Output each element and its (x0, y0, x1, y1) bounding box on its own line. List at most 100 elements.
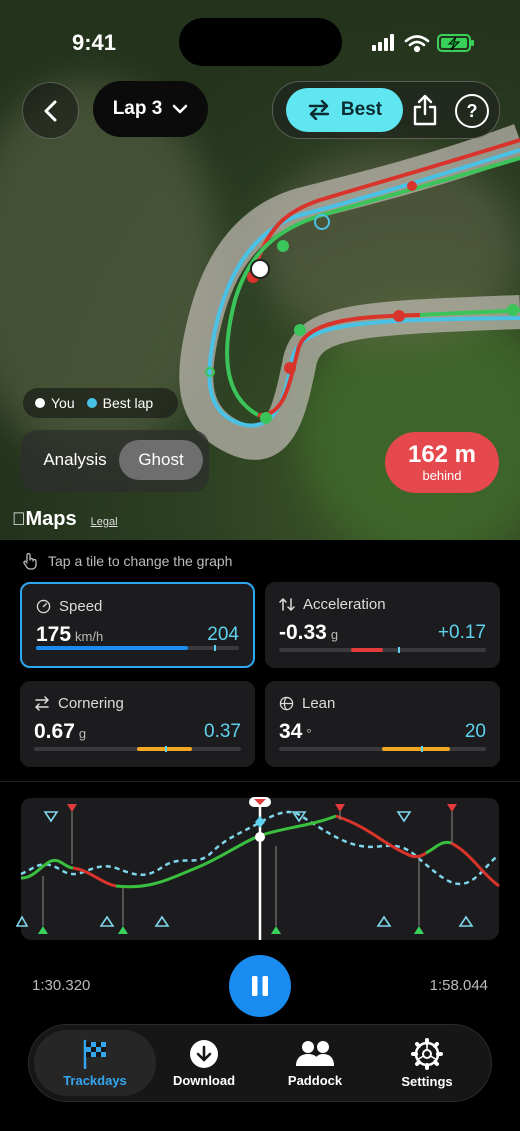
you-line-red-2 (335, 814, 427, 859)
acceleration-bar (279, 647, 486, 653)
tab-paddock-label: Paddock (287, 1072, 343, 1088)
lean-value: 34 (279, 720, 303, 743)
status-bar: 9:41 (0, 0, 520, 80)
tab-bar: Trackdays Download Paddock Settings (28, 1024, 492, 1102)
you-line-green-2 (115, 814, 337, 889)
speed-label-row: Speed (36, 598, 102, 615)
dynamic-island (179, 18, 342, 66)
throttle-markers (38, 926, 424, 934)
pause-button[interactable] (229, 955, 291, 1017)
time-start: 1:30.320 (32, 977, 91, 994)
help-button[interactable]: ? (455, 94, 489, 128)
battery-icon (437, 34, 474, 52)
up-down-arrows-icon (279, 598, 295, 611)
best-label: Best (340, 99, 383, 120)
speed-best-marker (214, 645, 216, 651)
speedometer-icon (36, 599, 51, 614)
speed-bar-fill (36, 646, 189, 650)
speed-tile[interactable]: Speed 175 km/h 204 (20, 582, 255, 668)
share-button[interactable] (407, 92, 443, 128)
section-divider (0, 781, 520, 782)
analysis-option[interactable]: Analysis (29, 440, 121, 480)
apple-icon:  (12, 509, 26, 529)
cornering-bar (34, 746, 241, 752)
lean-tile[interactable]: Lean 34 ° 20 (265, 681, 500, 767)
acceleration-unit: g (330, 627, 339, 642)
playhead-best-point (255, 816, 265, 828)
download-icon (190, 1039, 218, 1068)
acceleration-best: +0.17 (437, 622, 486, 643)
tap-hand-icon (23, 552, 37, 570)
lean-best: 20 (464, 721, 486, 742)
you-line-red-1 (72, 866, 117, 888)
cornering-label-row: Cornering (34, 695, 124, 712)
lean-angle-icon (279, 696, 294, 711)
tab-settings[interactable]: Settings (381, 1025, 473, 1101)
legal-link[interactable]: Legal (91, 516, 118, 528)
acceleration-tile[interactable]: Acceleration -0.33 g +0.17 (265, 582, 500, 668)
acceleration-value-row: -0.33 g (279, 621, 338, 645)
gap-label: behind (422, 467, 462, 483)
ghost-option[interactable]: Ghost (119, 440, 203, 480)
cornering-label: Cornering (58, 695, 124, 712)
system-icons (370, 32, 480, 59)
share-icon (413, 94, 437, 126)
time-end: 1:58.044 (429, 977, 488, 994)
tab-download[interactable]: Download (159, 1025, 249, 1101)
lap-selector[interactable]: Lap 3 (93, 81, 208, 137)
best-dot-icon (86, 398, 97, 408)
gap-value: 162 m (407, 440, 477, 468)
map-legend: You Best lap (23, 388, 178, 418)
cornering-best-marker (165, 746, 167, 752)
cornering-value-row: 0.67 g (34, 720, 86, 744)
lean-label-row: Lean (279, 695, 335, 712)
chevron-down-icon (173, 104, 188, 114)
you-line-green-3 (425, 840, 452, 855)
maps-logo: Maps (12, 508, 77, 530)
tab-paddock[interactable]: Paddock (269, 1025, 361, 1101)
lean-bar-fill (382, 747, 450, 751)
playhead-you-point (255, 832, 265, 842)
view-mode-control: Analysis Ghost (21, 430, 209, 492)
speed-value: 175 (36, 623, 72, 646)
lean-label: Lean (302, 695, 336, 712)
acceleration-value: -0.33 (279, 621, 327, 644)
speed-value-row: 175 km/h (36, 623, 103, 647)
people-icon (296, 1040, 334, 1066)
speed-label: Speed (59, 598, 103, 615)
lean-value-row: 34 ° (279, 720, 312, 744)
cornering-value: 0.67 (34, 720, 75, 743)
tab-trackdays[interactable]: Trackdays (34, 1030, 156, 1096)
tab-settings-label: Settings (401, 1073, 453, 1089)
speed-best: 204 (207, 624, 239, 645)
gear-icon (411, 1037, 443, 1070)
hint-text: Tap a tile to change the graph (48, 553, 233, 569)
cornering-best: 0.37 (204, 721, 241, 742)
event-stems (42, 810, 453, 926)
cellular-icon (372, 34, 394, 51)
speed-bar (36, 645, 239, 651)
tab-download-label: Download (172, 1072, 236, 1088)
acceleration-bar-fill (351, 648, 383, 652)
acceleration-label: Acceleration (303, 596, 386, 613)
speed-unit: km/h (75, 629, 104, 644)
cornering-tile[interactable]: Cornering 0.67 g 0.37 (20, 681, 255, 767)
telemetry-graph[interactable] (15, 797, 500, 940)
compare-best-button[interactable]: Best (286, 88, 403, 132)
legend-you: You (51, 395, 75, 411)
telemetry-plot (15, 797, 500, 940)
question-icon: ? (466, 100, 478, 121)
tab-trackdays-label: Trackdays (63, 1072, 127, 1088)
lap-label: Lap 3 (112, 98, 163, 119)
status-time: 9:41 (72, 30, 117, 55)
swap-arrows-icon (35, 696, 49, 711)
best-event-markers (15, 811, 474, 927)
back-button[interactable] (22, 82, 79, 139)
you-dot-icon (35, 398, 45, 408)
maps-attribution: Maps Legal (12, 508, 118, 531)
swap-arrows-icon (308, 100, 330, 120)
lean-unit: ° (306, 726, 312, 741)
lean-best-marker (421, 746, 423, 752)
acceleration-best-marker (398, 647, 400, 653)
header-actions: Best ? (272, 81, 500, 139)
